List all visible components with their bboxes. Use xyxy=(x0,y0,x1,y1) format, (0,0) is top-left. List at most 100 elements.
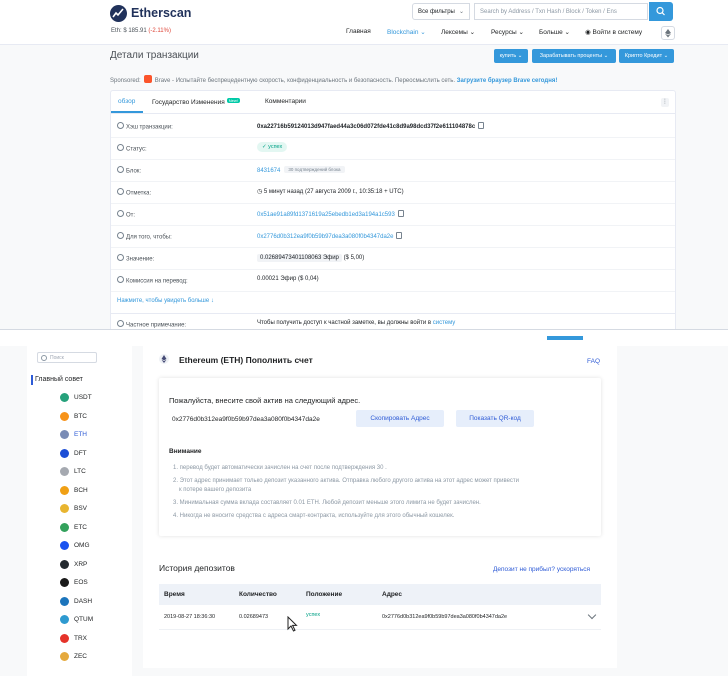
deposit-title: Ethereum (ETH) Пополнить счет xyxy=(179,355,313,365)
sidebar-item-dash[interactable]: DASH xyxy=(60,596,130,609)
sidebar-item-omg[interactable]: OMG xyxy=(60,541,130,553)
deposit-not-arrived-link[interactable]: Депозит не прибыл? ускоряться xyxy=(493,566,590,573)
note-3: 3. Минимальная сумма вклада составляет 0… xyxy=(173,500,481,506)
brand-name[interactable]: Etherscan xyxy=(131,6,191,20)
show-qr-button[interactable]: Показать QR-код xyxy=(456,410,534,427)
zec-coin-icon xyxy=(60,652,69,661)
more-options-icon[interactable]: ⋮ xyxy=(661,98,669,107)
faq-link[interactable]: FAQ xyxy=(587,358,600,365)
brave-logo-icon xyxy=(143,75,152,83)
cell-time: 2019-08-27 18:36:30 xyxy=(164,614,216,620)
to-address-link[interactable]: 0x2776d0b312ea9f0b59b97dea3a080f0b4347da… xyxy=(257,234,393,240)
from-label: От: xyxy=(117,210,135,219)
eth-price: Eth: $ 185.91 (-2.11%) xyxy=(111,28,171,34)
ethereum-network-icon[interactable] xyxy=(661,26,675,40)
coin-search-placeholder: Поиск xyxy=(50,355,64,361)
row-value: Значение: 0.02689473401108063 Эфир ($ 5,… xyxy=(111,247,675,270)
nav-more[interactable]: Больше ⌄ xyxy=(539,28,570,36)
nav-tokens-label: Лексемы xyxy=(441,29,468,36)
status-badge: ✓ успех xyxy=(257,142,288,152)
note-2-continued: к потере вашего депозита xyxy=(179,487,252,493)
sidebar-item-ltc[interactable]: LTC xyxy=(60,467,130,479)
ethereum-icon xyxy=(159,354,169,364)
timestamp-value: ◷ 5 минут назад (27 августа 2009 г., 10:… xyxy=(257,188,404,195)
block-number-link[interactable]: 8431674 xyxy=(257,168,280,174)
usdt-coin-icon xyxy=(60,393,69,402)
nav-tokens[interactable]: Лексемы ⌄ xyxy=(441,28,475,36)
nav-resources[interactable]: Ресурсы ⌄ xyxy=(491,28,524,36)
help-icon xyxy=(117,254,124,261)
copy-icon[interactable] xyxy=(397,210,404,217)
sidebar-item-eth[interactable]: ETH xyxy=(60,430,130,442)
help-icon xyxy=(117,232,124,239)
row-fee: Комиссия на перевод: 0.00021 Эфир ($ 0,0… xyxy=(111,269,675,292)
sidebar-item-bch[interactable]: BCH xyxy=(60,485,130,498)
col-address: Адрес xyxy=(382,591,402,598)
eos-coin-icon xyxy=(60,578,69,587)
cell-status: успех xyxy=(306,612,321,618)
value-usd: ($ 5,00) xyxy=(343,255,365,261)
value-label: Значение: xyxy=(117,254,154,263)
sidebar-item-eos[interactable]: EOS xyxy=(60,578,130,590)
nav-login[interactable]: ◉ Войти в систему xyxy=(585,28,642,36)
sidebar-item-etc[interactable]: ETC xyxy=(60,522,130,535)
search-input[interactable]: Search by Address / Txn Hash / Block / T… xyxy=(474,3,648,20)
earn-interest-button[interactable]: Зарабатывать проценты ⌄ xyxy=(532,49,616,63)
col-amount: Количество xyxy=(239,591,277,598)
active-tab-indicator xyxy=(111,111,143,113)
table-row[interactable]: 2019-08-27 18:36:30 0.02689473 успех 0x2… xyxy=(159,605,601,630)
help-icon xyxy=(117,320,124,327)
transaction-details-card: обзор Государство Изменения New! Коммента… xyxy=(110,90,676,338)
coin-search-input[interactable]: Поиск xyxy=(37,352,97,363)
login-link[interactable]: систему xyxy=(433,320,456,326)
buy-button[interactable]: купить ⌄ xyxy=(494,49,528,63)
sidebar-item-label: ETH xyxy=(74,431,87,438)
qtum-coin-icon xyxy=(60,615,69,624)
crypto-credit-label: Крипто Кредит xyxy=(624,53,663,59)
tab-overview[interactable]: обзор xyxy=(118,98,135,105)
help-icon xyxy=(117,166,124,173)
tx-hash-value: 0xa22716b59124013d947faed44a3c06d072fde4… xyxy=(257,122,485,130)
chevron-down-icon[interactable] xyxy=(587,610,597,620)
copy-address-button[interactable]: Скопировать Адрес xyxy=(356,410,444,427)
user-icon: ◉ xyxy=(585,29,591,36)
tab-comments[interactable]: Комментарии xyxy=(265,98,306,105)
sidebar-item-qtum[interactable]: QTUM xyxy=(60,615,130,627)
block-value: 8431674 30 подтверждений блока xyxy=(257,166,345,174)
mouse-cursor-icon xyxy=(287,616,298,632)
sponsored-banner: Sponsored: Brave - Испытайте беспрецедент… xyxy=(110,75,557,84)
sponsored-link[interactable]: Загрузите браузер Brave сегодня! xyxy=(457,78,558,84)
sidebar-item-btc[interactable]: BTC xyxy=(60,411,130,424)
attention-heading: Внимание xyxy=(169,448,202,455)
copy-icon[interactable] xyxy=(396,232,403,239)
see-more-link[interactable]: Нажмите, чтобы увидеть больше ↓ xyxy=(117,298,214,304)
sidebar-item-trx[interactable]: TRX xyxy=(60,633,130,646)
from-address-link[interactable]: 0x51ae91a89fd1371619a25ebedb1ed3a194a1c5… xyxy=(257,212,395,218)
bsv-coin-icon xyxy=(60,504,69,513)
tab-state-changes[interactable]: Государство Изменения New! xyxy=(152,98,240,106)
cell-amount: 0.02689473 xyxy=(239,614,269,620)
dft-coin-icon xyxy=(60,448,69,458)
deposit-history-title: История депозитов xyxy=(159,563,235,573)
nav-home[interactable]: Главная xyxy=(346,28,371,35)
search-filter-select[interactable]: Все фильтры ⌄ xyxy=(412,3,470,20)
sidebar-item-label: BTC xyxy=(74,412,87,420)
nav-blockchain[interactable]: Blockchain ⌄ xyxy=(387,28,426,36)
copy-icon[interactable] xyxy=(478,122,485,129)
history-table-header: Время Количество Положение Адрес xyxy=(159,584,601,605)
address-prompt: Пожалуйста, внесите свой актив на следую… xyxy=(169,396,361,405)
crypto-credit-button[interactable]: Крипто Кредит ⌄ xyxy=(619,49,674,63)
sidebar-item-dft[interactable]: DFT xyxy=(60,448,130,461)
etherscan-screenshot: Etherscan Eth: $ 185.91 (-2.11%) Все фил… xyxy=(0,0,728,338)
sidebar-item-xrp[interactable]: XRP xyxy=(60,559,130,572)
help-icon xyxy=(117,188,124,195)
earn-interest-label: Зарабатывать проценты xyxy=(539,53,603,59)
sidebar-item-bsv[interactable]: BSV xyxy=(60,504,130,516)
etherscan-logo-icon[interactable] xyxy=(110,5,127,22)
row-from: От: 0x51ae91a89fd1371619a25ebedb1ed3a194… xyxy=(111,203,675,226)
search-button[interactable] xyxy=(649,2,673,21)
sidebar-item-zec[interactable]: ZEC xyxy=(60,652,130,664)
sidebar-item-usdt[interactable]: USDT xyxy=(60,393,130,405)
cell-address: 0x2776d0b312ea9f0b59b97dea3a080f0b4347da… xyxy=(382,614,508,620)
fee-label-text: Комиссия на перевод: xyxy=(126,278,188,285)
